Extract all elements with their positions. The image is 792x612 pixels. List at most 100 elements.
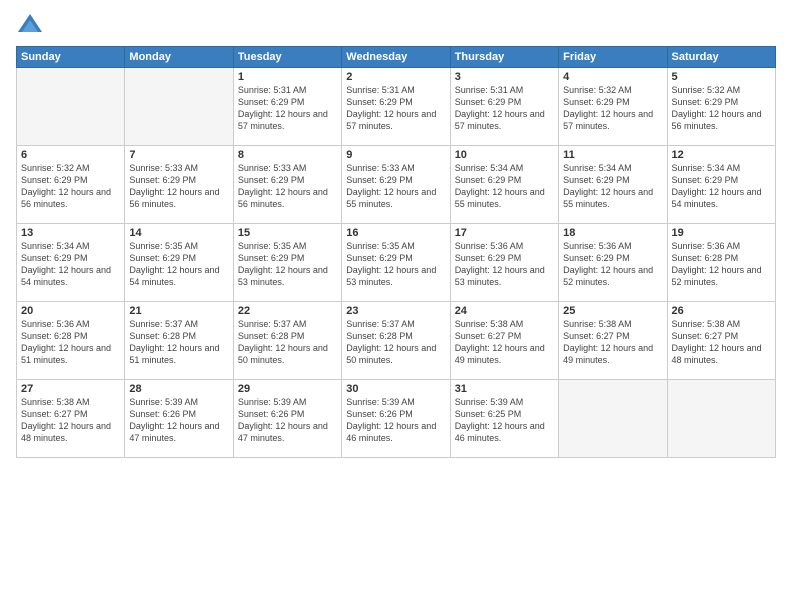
calendar-cell: 15Sunrise: 5:35 AM Sunset: 6:29 PM Dayli… xyxy=(233,224,341,302)
calendar-cell: 14Sunrise: 5:35 AM Sunset: 6:29 PM Dayli… xyxy=(125,224,233,302)
day-number: 10 xyxy=(455,149,554,161)
calendar-cell: 26Sunrise: 5:38 AM Sunset: 6:27 PM Dayli… xyxy=(667,302,775,380)
calendar-cell xyxy=(667,380,775,458)
day-info: Sunrise: 5:34 AM Sunset: 6:29 PM Dayligh… xyxy=(563,162,662,211)
day-header-monday: Monday xyxy=(125,47,233,68)
day-info: Sunrise: 5:31 AM Sunset: 6:29 PM Dayligh… xyxy=(346,84,445,133)
calendar-week-5: 27Sunrise: 5:38 AM Sunset: 6:27 PM Dayli… xyxy=(17,380,776,458)
day-info: Sunrise: 5:32 AM Sunset: 6:29 PM Dayligh… xyxy=(672,84,771,133)
day-number: 7 xyxy=(129,149,228,161)
day-number: 12 xyxy=(672,149,771,161)
day-info: Sunrise: 5:33 AM Sunset: 6:29 PM Dayligh… xyxy=(238,162,337,211)
day-info: Sunrise: 5:36 AM Sunset: 6:28 PM Dayligh… xyxy=(672,240,771,289)
day-header-wednesday: Wednesday xyxy=(342,47,450,68)
day-number: 25 xyxy=(563,305,662,317)
calendar-cell: 10Sunrise: 5:34 AM Sunset: 6:29 PM Dayli… xyxy=(450,146,558,224)
calendar-cell: 4Sunrise: 5:32 AM Sunset: 6:29 PM Daylig… xyxy=(559,68,667,146)
day-number: 26 xyxy=(672,305,771,317)
day-number: 28 xyxy=(129,383,228,395)
day-info: Sunrise: 5:35 AM Sunset: 6:29 PM Dayligh… xyxy=(129,240,228,289)
day-info: Sunrise: 5:36 AM Sunset: 6:29 PM Dayligh… xyxy=(455,240,554,289)
calendar-cell: 16Sunrise: 5:35 AM Sunset: 6:29 PM Dayli… xyxy=(342,224,450,302)
day-number: 29 xyxy=(238,383,337,395)
day-info: Sunrise: 5:35 AM Sunset: 6:29 PM Dayligh… xyxy=(346,240,445,289)
day-header-sunday: Sunday xyxy=(17,47,125,68)
day-number: 19 xyxy=(672,227,771,239)
day-number: 20 xyxy=(21,305,120,317)
calendar-cell: 31Sunrise: 5:39 AM Sunset: 6:25 PM Dayli… xyxy=(450,380,558,458)
day-number: 11 xyxy=(563,149,662,161)
calendar-cell: 9Sunrise: 5:33 AM Sunset: 6:29 PM Daylig… xyxy=(342,146,450,224)
calendar-cell: 17Sunrise: 5:36 AM Sunset: 6:29 PM Dayli… xyxy=(450,224,558,302)
day-info: Sunrise: 5:34 AM Sunset: 6:29 PM Dayligh… xyxy=(672,162,771,211)
calendar-cell: 20Sunrise: 5:36 AM Sunset: 6:28 PM Dayli… xyxy=(17,302,125,380)
day-info: Sunrise: 5:35 AM Sunset: 6:29 PM Dayligh… xyxy=(238,240,337,289)
calendar-cell: 8Sunrise: 5:33 AM Sunset: 6:29 PM Daylig… xyxy=(233,146,341,224)
day-number: 1 xyxy=(238,71,337,83)
calendar-table: SundayMondayTuesdayWednesdayThursdayFrid… xyxy=(16,46,776,458)
day-header-saturday: Saturday xyxy=(667,47,775,68)
day-info: Sunrise: 5:32 AM Sunset: 6:29 PM Dayligh… xyxy=(563,84,662,133)
day-info: Sunrise: 5:34 AM Sunset: 6:29 PM Dayligh… xyxy=(21,240,120,289)
calendar-cell: 29Sunrise: 5:39 AM Sunset: 6:26 PM Dayli… xyxy=(233,380,341,458)
day-number: 15 xyxy=(238,227,337,239)
day-number: 14 xyxy=(129,227,228,239)
day-number: 23 xyxy=(346,305,445,317)
day-info: Sunrise: 5:33 AM Sunset: 6:29 PM Dayligh… xyxy=(346,162,445,211)
calendar-cell: 28Sunrise: 5:39 AM Sunset: 6:26 PM Dayli… xyxy=(125,380,233,458)
day-header-tuesday: Tuesday xyxy=(233,47,341,68)
calendar-cell: 21Sunrise: 5:37 AM Sunset: 6:28 PM Dayli… xyxy=(125,302,233,380)
calendar-cell: 18Sunrise: 5:36 AM Sunset: 6:29 PM Dayli… xyxy=(559,224,667,302)
day-number: 18 xyxy=(563,227,662,239)
day-number: 4 xyxy=(563,71,662,83)
day-info: Sunrise: 5:38 AM Sunset: 6:27 PM Dayligh… xyxy=(455,318,554,367)
day-number: 27 xyxy=(21,383,120,395)
logo xyxy=(16,12,48,40)
day-number: 16 xyxy=(346,227,445,239)
day-info: Sunrise: 5:31 AM Sunset: 6:29 PM Dayligh… xyxy=(455,84,554,133)
day-number: 9 xyxy=(346,149,445,161)
calendar-cell: 19Sunrise: 5:36 AM Sunset: 6:28 PM Dayli… xyxy=(667,224,775,302)
calendar-cell: 2Sunrise: 5:31 AM Sunset: 6:29 PM Daylig… xyxy=(342,68,450,146)
day-info: Sunrise: 5:39 AM Sunset: 6:25 PM Dayligh… xyxy=(455,396,554,445)
day-info: Sunrise: 5:39 AM Sunset: 6:26 PM Dayligh… xyxy=(129,396,228,445)
day-info: Sunrise: 5:37 AM Sunset: 6:28 PM Dayligh… xyxy=(346,318,445,367)
day-number: 22 xyxy=(238,305,337,317)
day-info: Sunrise: 5:39 AM Sunset: 6:26 PM Dayligh… xyxy=(238,396,337,445)
calendar-cell: 27Sunrise: 5:38 AM Sunset: 6:27 PM Dayli… xyxy=(17,380,125,458)
day-number: 13 xyxy=(21,227,120,239)
day-number: 8 xyxy=(238,149,337,161)
day-info: Sunrise: 5:33 AM Sunset: 6:29 PM Dayligh… xyxy=(129,162,228,211)
day-info: Sunrise: 5:34 AM Sunset: 6:29 PM Dayligh… xyxy=(455,162,554,211)
day-number: 24 xyxy=(455,305,554,317)
day-info: Sunrise: 5:36 AM Sunset: 6:29 PM Dayligh… xyxy=(563,240,662,289)
day-number: 30 xyxy=(346,383,445,395)
day-number: 17 xyxy=(455,227,554,239)
calendar-cell: 5Sunrise: 5:32 AM Sunset: 6:29 PM Daylig… xyxy=(667,68,775,146)
day-number: 6 xyxy=(21,149,120,161)
calendar-header-row: SundayMondayTuesdayWednesdayThursdayFrid… xyxy=(17,47,776,68)
calendar-cell: 23Sunrise: 5:37 AM Sunset: 6:28 PM Dayli… xyxy=(342,302,450,380)
day-header-friday: Friday xyxy=(559,47,667,68)
calendar-cell: 13Sunrise: 5:34 AM Sunset: 6:29 PM Dayli… xyxy=(17,224,125,302)
day-number: 5 xyxy=(672,71,771,83)
calendar-week-4: 20Sunrise: 5:36 AM Sunset: 6:28 PM Dayli… xyxy=(17,302,776,380)
calendar-week-3: 13Sunrise: 5:34 AM Sunset: 6:29 PM Dayli… xyxy=(17,224,776,302)
calendar-cell: 1Sunrise: 5:31 AM Sunset: 6:29 PM Daylig… xyxy=(233,68,341,146)
day-number: 3 xyxy=(455,71,554,83)
calendar-cell: 25Sunrise: 5:38 AM Sunset: 6:27 PM Dayli… xyxy=(559,302,667,380)
calendar-cell: 7Sunrise: 5:33 AM Sunset: 6:29 PM Daylig… xyxy=(125,146,233,224)
calendar-cell: 24Sunrise: 5:38 AM Sunset: 6:27 PM Dayli… xyxy=(450,302,558,380)
day-info: Sunrise: 5:37 AM Sunset: 6:28 PM Dayligh… xyxy=(129,318,228,367)
day-number: 2 xyxy=(346,71,445,83)
day-header-thursday: Thursday xyxy=(450,47,558,68)
logo-icon xyxy=(16,12,44,40)
calendar-cell xyxy=(17,68,125,146)
page: SundayMondayTuesdayWednesdayThursdayFrid… xyxy=(0,0,792,612)
calendar-cell: 12Sunrise: 5:34 AM Sunset: 6:29 PM Dayli… xyxy=(667,146,775,224)
calendar-cell: 11Sunrise: 5:34 AM Sunset: 6:29 PM Dayli… xyxy=(559,146,667,224)
calendar-cell: 3Sunrise: 5:31 AM Sunset: 6:29 PM Daylig… xyxy=(450,68,558,146)
day-info: Sunrise: 5:38 AM Sunset: 6:27 PM Dayligh… xyxy=(672,318,771,367)
day-info: Sunrise: 5:38 AM Sunset: 6:27 PM Dayligh… xyxy=(563,318,662,367)
calendar-cell xyxy=(125,68,233,146)
